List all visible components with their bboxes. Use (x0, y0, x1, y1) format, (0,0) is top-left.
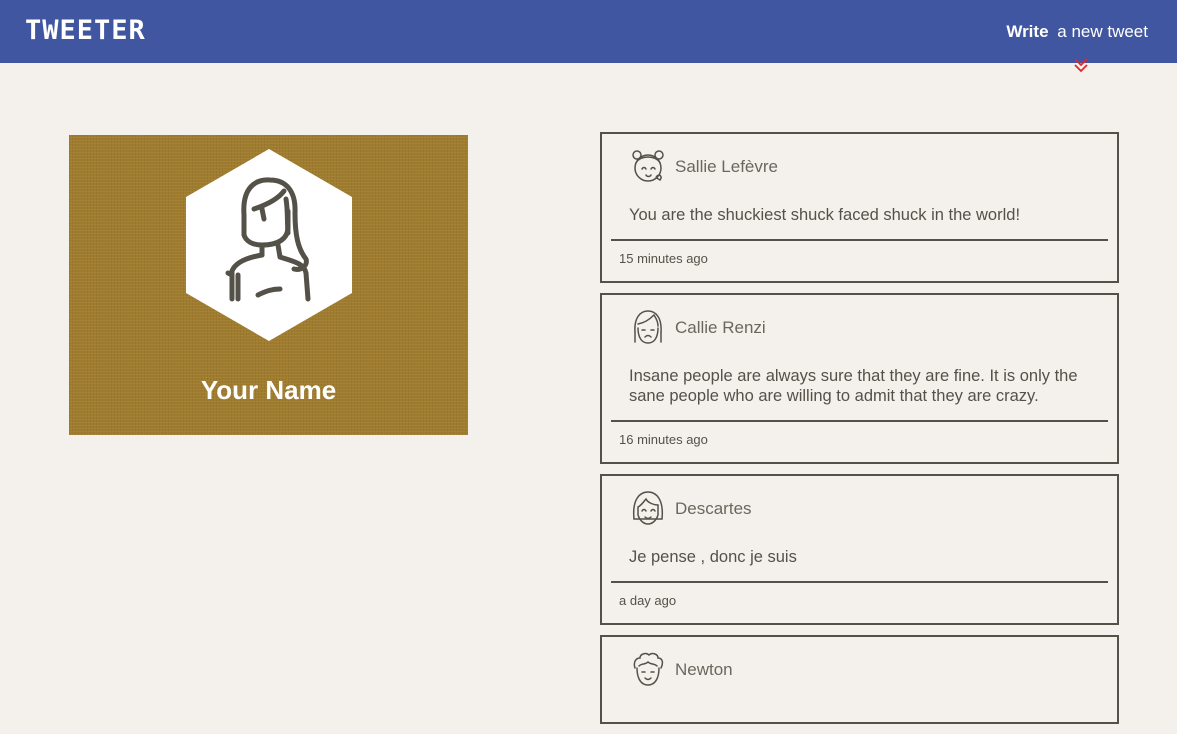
tweet-timestamp: 16 minutes ago (619, 432, 708, 447)
tweet-header: Newton (602, 637, 1117, 695)
curly-hair-avatar-icon (633, 652, 664, 686)
tweet-list: Sallie Lefèvre You are the shuckiest shu… (600, 132, 1119, 734)
compose-label: a new tweet (1057, 22, 1148, 41)
tweet-author[interactable]: Sallie Lefèvre (675, 157, 778, 177)
brand-logo[interactable]: TWEETER (25, 15, 146, 46)
tweet-header: Callie Renzi (602, 295, 1117, 353)
navbar: TWEETER Write a new tweet (0, 0, 1177, 63)
tweet-card: Sallie Lefèvre You are the shuckiest shu… (600, 132, 1119, 283)
tweet-header: Sallie Lefèvre (602, 134, 1117, 192)
tweet-text (602, 695, 1117, 722)
tweet-author[interactable]: Descartes (675, 499, 752, 519)
tweet-card: Descartes Je pense , donc je suis a day … (600, 474, 1119, 625)
tweet-text: You are the shuckiest shuck faced shuck … (629, 206, 1021, 224)
profile-card: Your Name (69, 135, 468, 435)
bob-haircut-avatar-icon (632, 491, 664, 525)
tweet-timestamp: a day ago (619, 593, 677, 608)
tweet-text: Je pense , donc je suis (629, 548, 797, 566)
compose-strong-label: Write (1006, 22, 1049, 41)
tweet-author[interactable]: Newton (675, 660, 733, 680)
compose-tweet-button[interactable]: Write a new tweet (1006, 22, 1148, 42)
tweet-author[interactable]: Callie Renzi (675, 318, 766, 338)
tweet-card: Callie Renzi Insane people are always su… (600, 293, 1119, 464)
tweet-text: Insane people are always sure that they … (629, 367, 1078, 405)
woman-avatar-icon (186, 149, 352, 341)
girl-avatar-icon (634, 310, 662, 344)
double-chevron-down-icon[interactable] (1073, 56, 1089, 74)
tweet-header: Descartes (602, 476, 1117, 534)
tweet-card: Newton (600, 635, 1119, 724)
girl-pigtails-avatar-icon (632, 150, 664, 182)
profile-name: Your Name (200, 375, 337, 405)
tweet-timestamp: 15 minutes ago (619, 251, 708, 266)
